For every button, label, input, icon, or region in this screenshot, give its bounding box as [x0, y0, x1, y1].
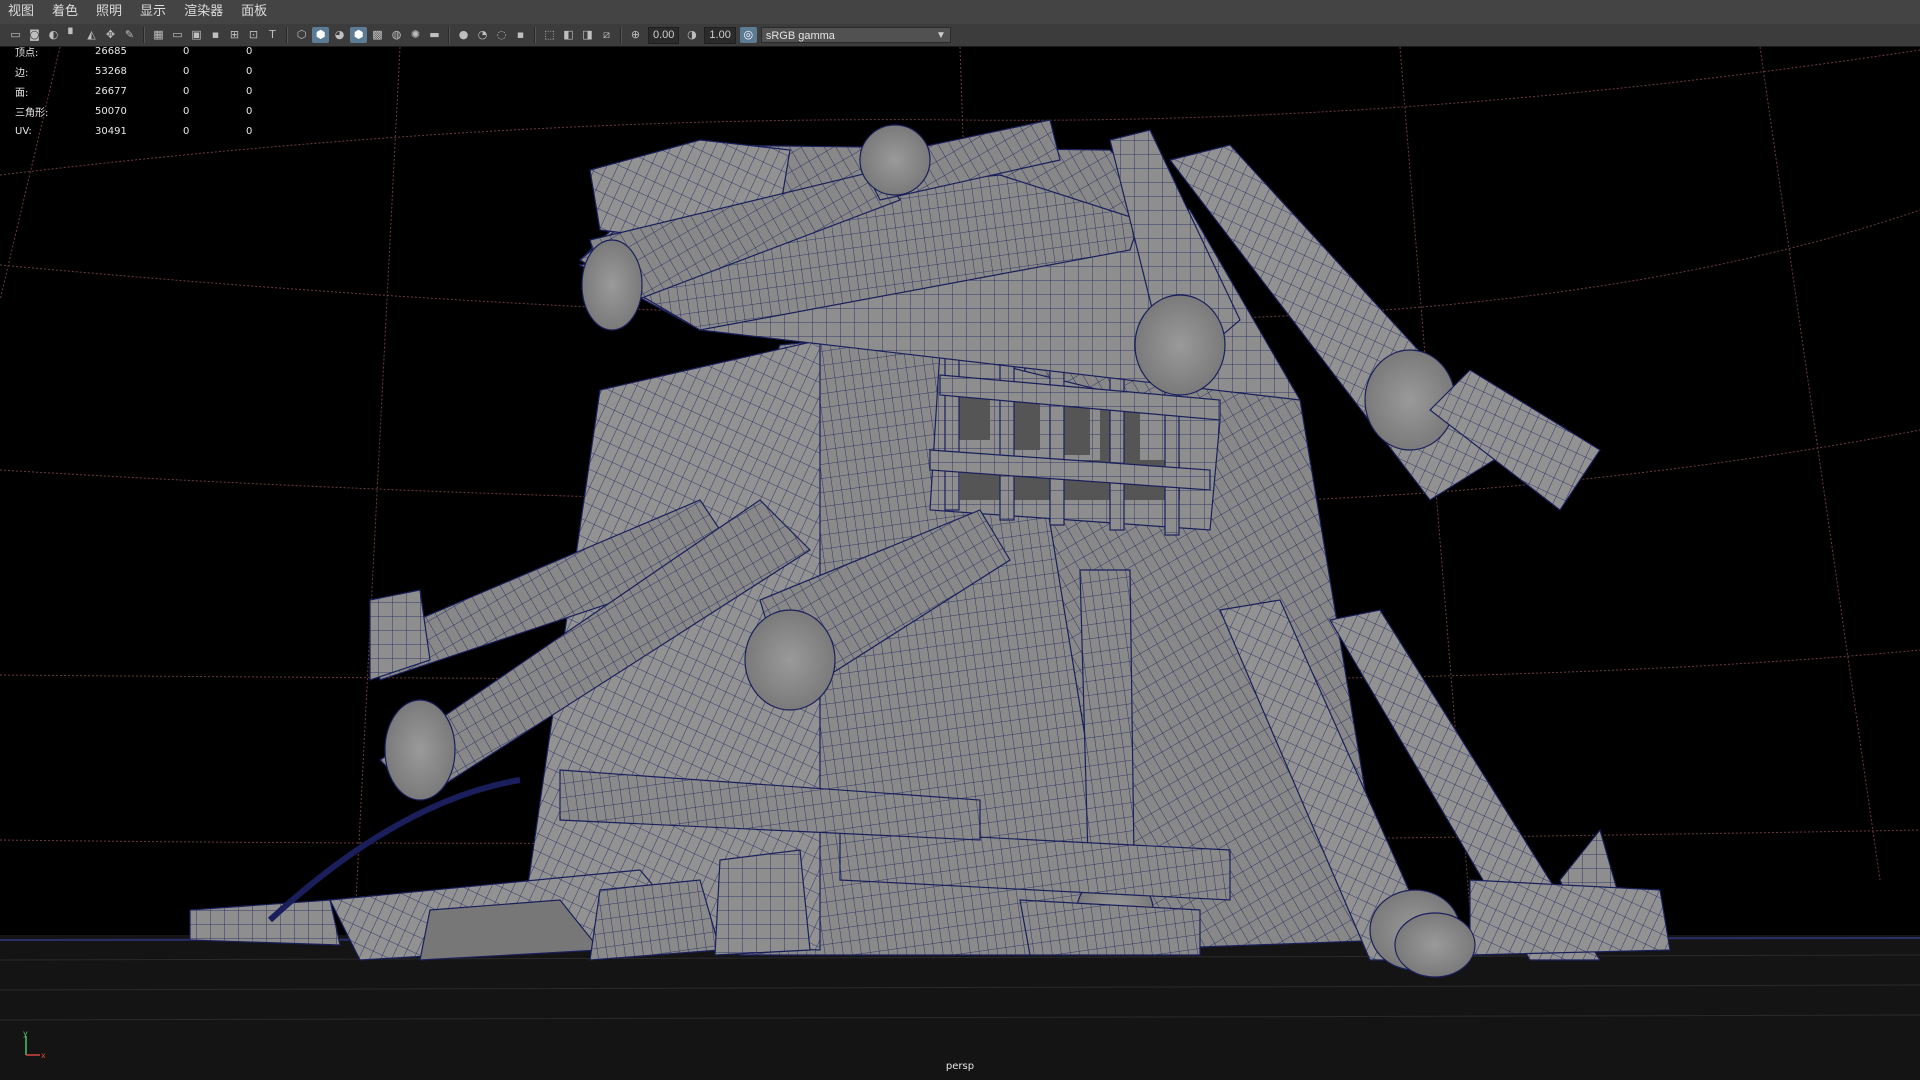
- camera-name-label: persp: [945, 1061, 975, 1072]
- menu-view[interactable]: 视图: [0, 0, 44, 24]
- image-plane-icon[interactable]: ◭: [83, 27, 100, 43]
- menu-bar: 视图 着色 照明 显示 渲染器 面板: [0, 0, 1920, 25]
- chevron-down-icon: ▼: [935, 30, 946, 41]
- hud-label: 面:: [15, 87, 29, 99]
- xray-active-icon[interactable]: ◧: [560, 27, 577, 43]
- motion-blur-icon[interactable]: ◔: [474, 27, 491, 43]
- 2d-pan-icon[interactable]: ✥: [102, 27, 119, 43]
- xray-joints-icon[interactable]: ◍: [388, 27, 405, 43]
- hud-value: 0: [246, 125, 253, 137]
- exposure-field[interactable]: 0.00: [648, 26, 680, 44]
- toolbar-separator: [448, 27, 450, 43]
- xray-all-icon[interactable]: ◨: [579, 27, 596, 43]
- toolbar-separator: [143, 27, 145, 43]
- wireframe-icon[interactable]: ⬡: [293, 27, 310, 43]
- bookmark-icon[interactable]: ▘: [64, 27, 81, 43]
- gate-mask-icon[interactable]: ▪: [207, 27, 224, 43]
- menu-renderer[interactable]: 渲染器: [176, 0, 233, 24]
- safe-title-icon[interactable]: T: [264, 27, 281, 43]
- film-gate-icon[interactable]: ▭: [169, 27, 186, 43]
- viewport-toolbar: ▭ ◙ ◐ ▘ ◭ ✥ ✎ ▦ ▭ ▣ ▪ ⊞ ⊡ T ⬡ ⬢ ◕ ⬢ ▩ ◍ …: [0, 24, 1920, 47]
- field-chart-icon[interactable]: ⊞: [226, 27, 243, 43]
- hud-value: 0: [246, 105, 253, 117]
- xray-icon[interactable]: ▩: [369, 27, 386, 43]
- wireframe-mesh-hut: [189, 119, 1671, 978]
- smooth-shade-icon[interactable]: ⬢: [312, 27, 329, 43]
- hud-row-uvs: UV: 30491 0 0: [15, 121, 276, 141]
- toolbar-separator: [534, 27, 536, 43]
- menu-lighting[interactable]: 照明: [88, 0, 132, 24]
- ambient-occlusion-icon[interactable]: ●: [455, 27, 472, 43]
- camera-lock-icon[interactable]: ◙: [26, 27, 43, 43]
- hud-value: 0: [246, 65, 253, 77]
- hud-label: UV:: [15, 125, 32, 137]
- hud-value: 0: [183, 65, 190, 77]
- hud-row-faces: 面: 26677 0 0: [15, 81, 276, 101]
- toolbar-separator: [620, 27, 622, 43]
- hud-row-vertices: 顶点: 26685 0 0: [15, 47, 276, 61]
- grid-icon[interactable]: ▦: [150, 27, 167, 43]
- hud-value: 26685: [95, 47, 127, 57]
- color-space-value: sRGB gamma: [765, 30, 835, 42]
- axis-gizmo-icon: y x: [23, 1030, 46, 1060]
- camera-icon[interactable]: ▭: [7, 27, 24, 43]
- 3d-viewport[interactable]: 顶点: 26685 0 0 边: 53268 0 0 面: 26677 0 0 …: [0, 47, 1920, 1080]
- hud-value: 0: [246, 85, 253, 97]
- anti-aliasing-icon[interactable]: ◌: [493, 27, 510, 43]
- shadows-icon[interactable]: ▬: [426, 27, 443, 43]
- hud-row-edges: 边: 53268 0 0: [15, 61, 276, 81]
- hud-value: 30491: [95, 125, 127, 137]
- camera-attributes-icon[interactable]: ◐: [45, 27, 62, 43]
- gamma-icon[interactable]: ◑: [683, 27, 700, 43]
- color-space-dropdown[interactable]: sRGB gamma ▼: [760, 27, 951, 43]
- backface-icon[interactable]: ⧄: [598, 27, 615, 43]
- scene-canvas: [0, 47, 1920, 1080]
- poly-count-hud: 顶点: 26685 0 0 边: 53268 0 0 面: 26677 0 0 …: [15, 47, 276, 141]
- hud-value: 0: [183, 47, 190, 57]
- hud-value: 53268: [95, 65, 127, 77]
- axis-x-label: x: [41, 1051, 46, 1060]
- menu-panels[interactable]: 面板: [233, 0, 277, 24]
- default-material-icon[interactable]: ◕: [331, 27, 348, 43]
- hud-value: 0: [246, 47, 253, 57]
- axis-y-label: y: [23, 1030, 28, 1038]
- menu-show[interactable]: 显示: [132, 0, 176, 24]
- hud-value: 0: [183, 85, 190, 97]
- hud-value: 0: [183, 125, 190, 137]
- depth-of-field-icon[interactable]: ▪: [512, 27, 529, 43]
- lights-icon[interactable]: ✺: [407, 27, 424, 43]
- menu-shading[interactable]: 着色: [44, 0, 88, 24]
- safe-action-icon[interactable]: ⊡: [245, 27, 262, 43]
- hud-value: 50070: [95, 105, 127, 117]
- hud-label: 顶点:: [15, 47, 39, 59]
- hud-value: 26677: [95, 85, 127, 97]
- hud-label: 边:: [15, 67, 29, 79]
- hud-label: 三角形:: [15, 107, 49, 119]
- exposure-icon[interactable]: ⊕: [627, 27, 644, 43]
- color-management-icon[interactable]: ◎: [739, 27, 757, 43]
- hud-row-triangles: 三角形: 50070 0 0: [15, 101, 276, 121]
- hud-value: 0: [183, 105, 190, 117]
- ground-plane: [0, 935, 1920, 1080]
- gamma-field[interactable]: 1.00: [704, 26, 736, 44]
- toolbar-separator: [286, 27, 288, 43]
- wireframe-on-shaded-icon[interactable]: ⬢: [350, 27, 367, 43]
- isolate-select-icon[interactable]: ⬚: [541, 27, 558, 43]
- resolution-gate-icon[interactable]: ▣: [188, 27, 205, 43]
- grease-pencil-icon[interactable]: ✎: [121, 27, 138, 43]
